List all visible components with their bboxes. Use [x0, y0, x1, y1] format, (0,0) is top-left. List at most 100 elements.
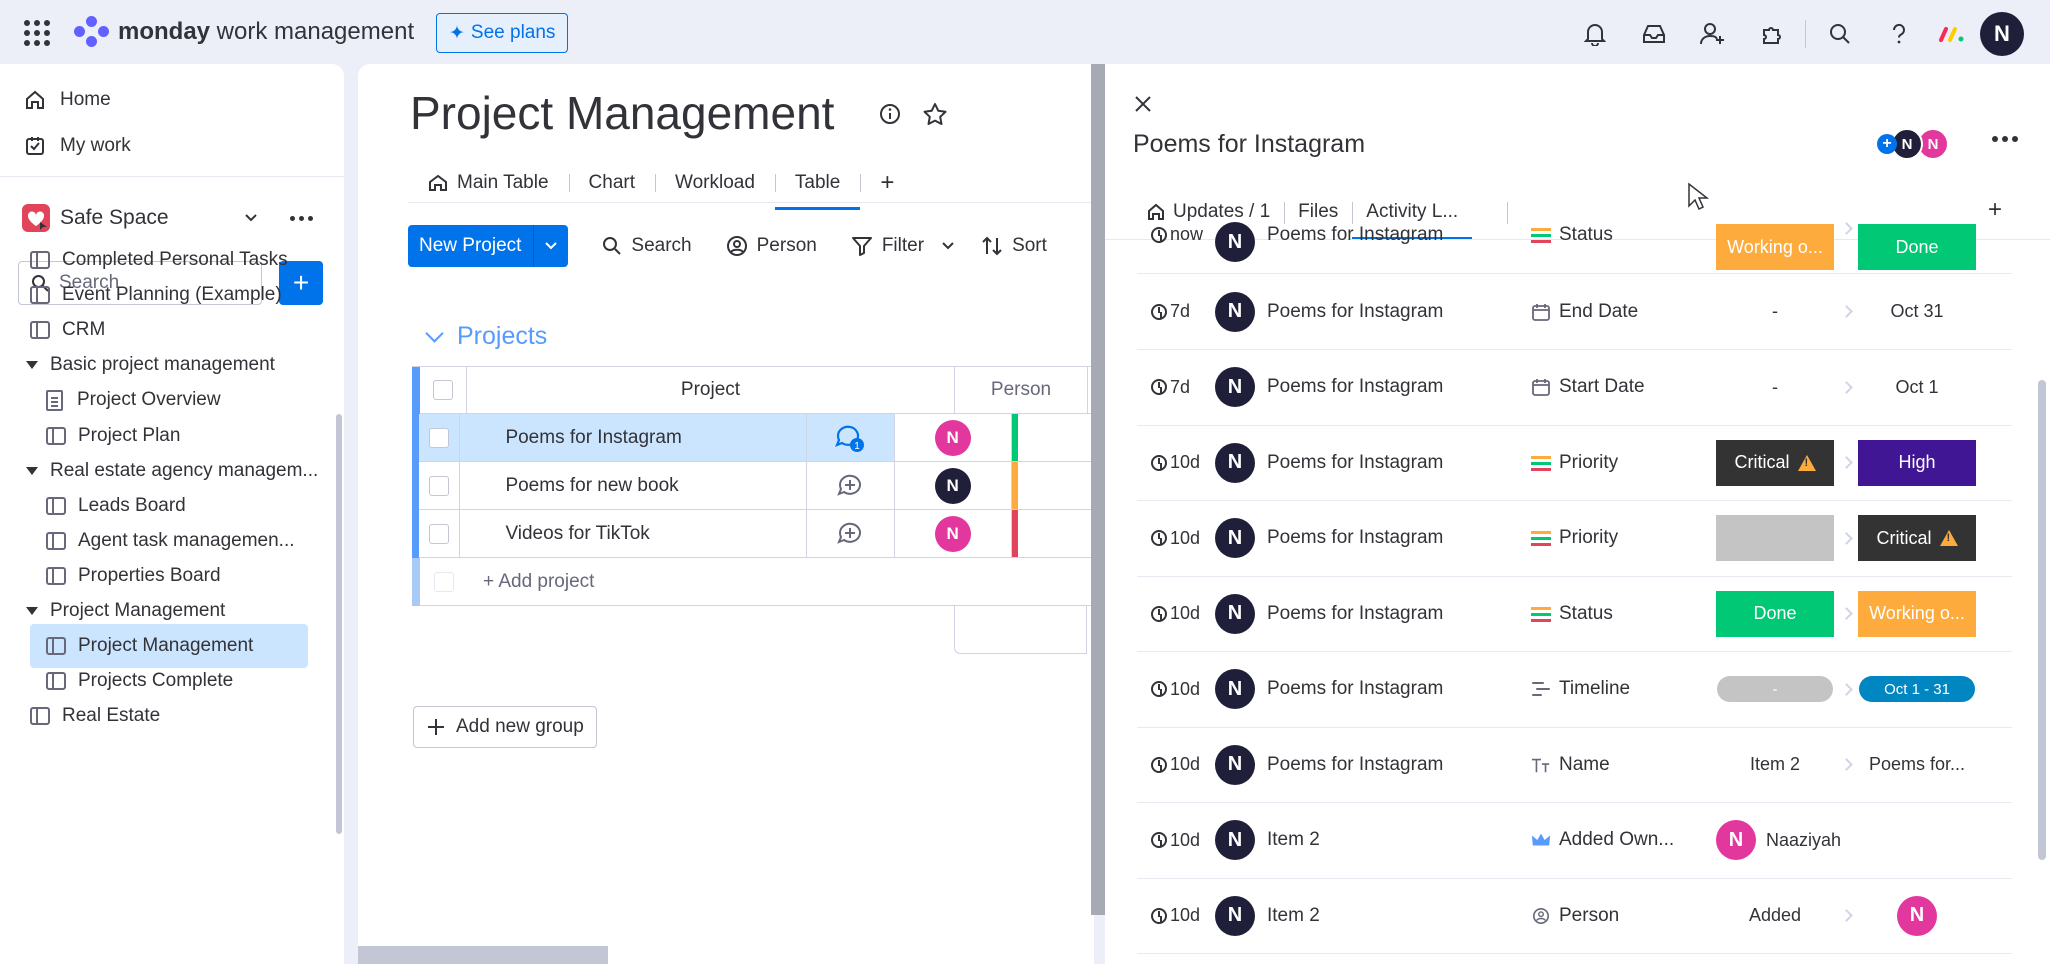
- actor-avatar[interactable]: N: [1215, 291, 1255, 332]
- actor-avatar[interactable]: N: [1215, 367, 1255, 407]
- search-button[interactable]: Search: [602, 235, 692, 257]
- sidebar-item[interactable]: Real Estate: [30, 694, 160, 738]
- person-cell[interactable]: N: [895, 462, 1012, 509]
- add-new-group-button[interactable]: Add new group: [413, 706, 597, 748]
- value-text: Oct 1: [1895, 376, 1939, 397]
- tab-workload[interactable]: Workload: [655, 162, 775, 204]
- activity-row[interactable]: 10d N Poems for Instagram Status Done Working…: [1137, 576, 2012, 652]
- search-icon[interactable]: [1810, 14, 1869, 54]
- activity-row[interactable]: 10d N Poems for Instagram Name Item 2 Poems f…: [1137, 727, 2012, 803]
- board-title[interactable]: Project Management: [410, 86, 834, 140]
- add-subscriber-icon[interactable]: +: [1877, 134, 1897, 154]
- panel-scrollbar[interactable]: [2038, 380, 2046, 860]
- apps-marketplace-icon[interactable]: [1742, 14, 1801, 54]
- notifications-bell-icon[interactable]: [1565, 14, 1624, 54]
- activity-row[interactable]: 10d N Poems for Instagram Timeline - Oct 1 - …: [1137, 652, 2012, 728]
- activity-row[interactable]: 10d N Poems for Instagram Priority Critical: [1137, 501, 2012, 577]
- activity-column: Name: [1531, 754, 1716, 776]
- actor-avatar[interactable]: N: [1215, 669, 1255, 709]
- activity-row[interactable]: 10d N Item 2 Added Own... N Naaziyah: [1137, 803, 2012, 879]
- monday-products-icon[interactable]: [1928, 14, 1976, 54]
- chevron-down-icon[interactable]: [534, 241, 568, 251]
- actor-avatar[interactable]: N: [1215, 895, 1255, 936]
- updates-button[interactable]: 1: [805, 414, 894, 462]
- group-header[interactable]: Projects: [425, 322, 547, 351]
- sidebar-my-work-label: My work: [60, 135, 131, 156]
- workspace-more-icon[interactable]: [290, 215, 313, 221]
- row-checkbox[interactable]: [419, 414, 461, 461]
- item-name[interactable]: Poems for Instagram: [505, 427, 681, 449]
- activity-row[interactable]: 10d N Poems for Instagram Priority Critical H…: [1137, 425, 2012, 501]
- sidebar-my-work[interactable]: My work: [24, 135, 131, 157]
- workspace-selector[interactable]: Safe Space: [22, 204, 322, 232]
- item-subscribers[interactable]: + N N: [1877, 128, 1949, 160]
- panel-item-title[interactable]: Poems for Instagram: [1133, 130, 1365, 159]
- activity-row[interactable]: 10d N Item 2 Person Added N: [1137, 878, 2012, 954]
- sidebar-scrollbar[interactable]: [336, 414, 342, 834]
- item-name-cell[interactable]: Videos for TikTok: [460, 510, 895, 558]
- actor-avatar[interactable]: N: [1215, 442, 1255, 483]
- add-item-row[interactable]: + Add project: [412, 558, 1094, 606]
- apps-grid-icon[interactable]: [24, 20, 50, 46]
- value-text: -: [1772, 301, 1778, 321]
- filter-button[interactable]: Filter: [851, 235, 955, 257]
- more-options-icon[interactable]: [1992, 136, 2018, 142]
- actor-avatar[interactable]: N: [1215, 518, 1255, 558]
- table-row[interactable]: Poems for Instagram 1 N: [412, 414, 1094, 462]
- add-tab-button[interactable]: +: [1988, 196, 2002, 224]
- activity-column: Priority: [1531, 527, 1716, 549]
- status-cell[interactable]: [1011, 414, 1094, 461]
- table-row[interactable]: Videos for TikTok N: [412, 510, 1094, 558]
- person-cell[interactable]: N: [895, 414, 1012, 461]
- help-icon[interactable]: [1869, 14, 1928, 54]
- updates-button[interactable]: [805, 462, 894, 510]
- close-icon[interactable]: [1133, 94, 1153, 114]
- add-group-label: Add new group: [456, 716, 584, 737]
- actor-avatar[interactable]: N: [1215, 222, 1255, 262]
- user-avatar[interactable]: N: [1980, 12, 2024, 56]
- see-plans-button[interactable]: ✦ See plans: [436, 13, 569, 53]
- activity-row[interactable]: now N Poems for Instagram Status Working o..…: [1137, 222, 2012, 274]
- select-all-checkbox[interactable]: [420, 367, 467, 413]
- chevron-down-icon[interactable]: [425, 324, 444, 343]
- sidebar-home[interactable]: Home: [24, 89, 111, 111]
- invite-members-icon[interactable]: [1683, 14, 1742, 54]
- item-name-cell[interactable]: Poems for Instagram 1: [460, 414, 895, 462]
- actor-avatar[interactable]: N: [1215, 744, 1255, 785]
- chevron-down-icon[interactable]: [244, 213, 258, 223]
- new-project-button[interactable]: New Project: [408, 225, 569, 267]
- row-checkbox[interactable]: [419, 510, 461, 557]
- activity-row[interactable]: 7d N Poems for Instagram Start Date - Oct 1: [1137, 350, 2012, 426]
- inbox-icon[interactable]: [1624, 14, 1683, 54]
- chevron-down-icon[interactable]: [941, 241, 955, 251]
- tab-main-table[interactable]: Main Table: [408, 162, 569, 204]
- person-filter-button[interactable]: Person: [726, 235, 817, 257]
- star-icon[interactable]: [922, 102, 948, 126]
- activity-item-name: Poems for Instagram: [1267, 527, 1444, 548]
- column-header-person[interactable]: Person: [955, 367, 1088, 413]
- status-cell[interactable]: [1011, 510, 1094, 557]
- monday-logo[interactable]: monday work management: [74, 16, 414, 48]
- item-name[interactable]: Poems for new book: [505, 475, 678, 497]
- group-name[interactable]: Projects: [457, 322, 547, 351]
- sidebar-item-label: Project Management: [78, 635, 254, 656]
- tab-chart[interactable]: Chart: [568, 162, 655, 204]
- person-cell[interactable]: N: [895, 510, 1012, 557]
- status-cell[interactable]: [1011, 462, 1094, 509]
- table-row[interactable]: Poems for new book N: [412, 462, 1094, 510]
- checkbox: [420, 558, 467, 605]
- item-name-cell[interactable]: Poems for new book: [460, 462, 895, 510]
- tab-table[interactable]: Table: [774, 162, 861, 210]
- updates-button[interactable]: [805, 510, 894, 558]
- actor-avatar[interactable]: N: [1215, 820, 1255, 860]
- column-header-project[interactable]: Project: [467, 367, 955, 413]
- item-name[interactable]: Videos for TikTok: [505, 523, 649, 545]
- actor-avatar[interactable]: N: [1215, 593, 1255, 634]
- add-view-button[interactable]: +: [860, 162, 914, 204]
- add-project-input[interactable]: + Add project: [467, 558, 867, 605]
- horizontal-scrollbar[interactable]: [358, 946, 608, 964]
- row-checkbox[interactable]: [419, 462, 461, 509]
- info-icon[interactable]: [878, 102, 902, 126]
- sort-button[interactable]: Sort: [981, 235, 1047, 257]
- activity-row[interactable]: 7d N Poems for Instagram End Date - Oct 31: [1137, 274, 2012, 350]
